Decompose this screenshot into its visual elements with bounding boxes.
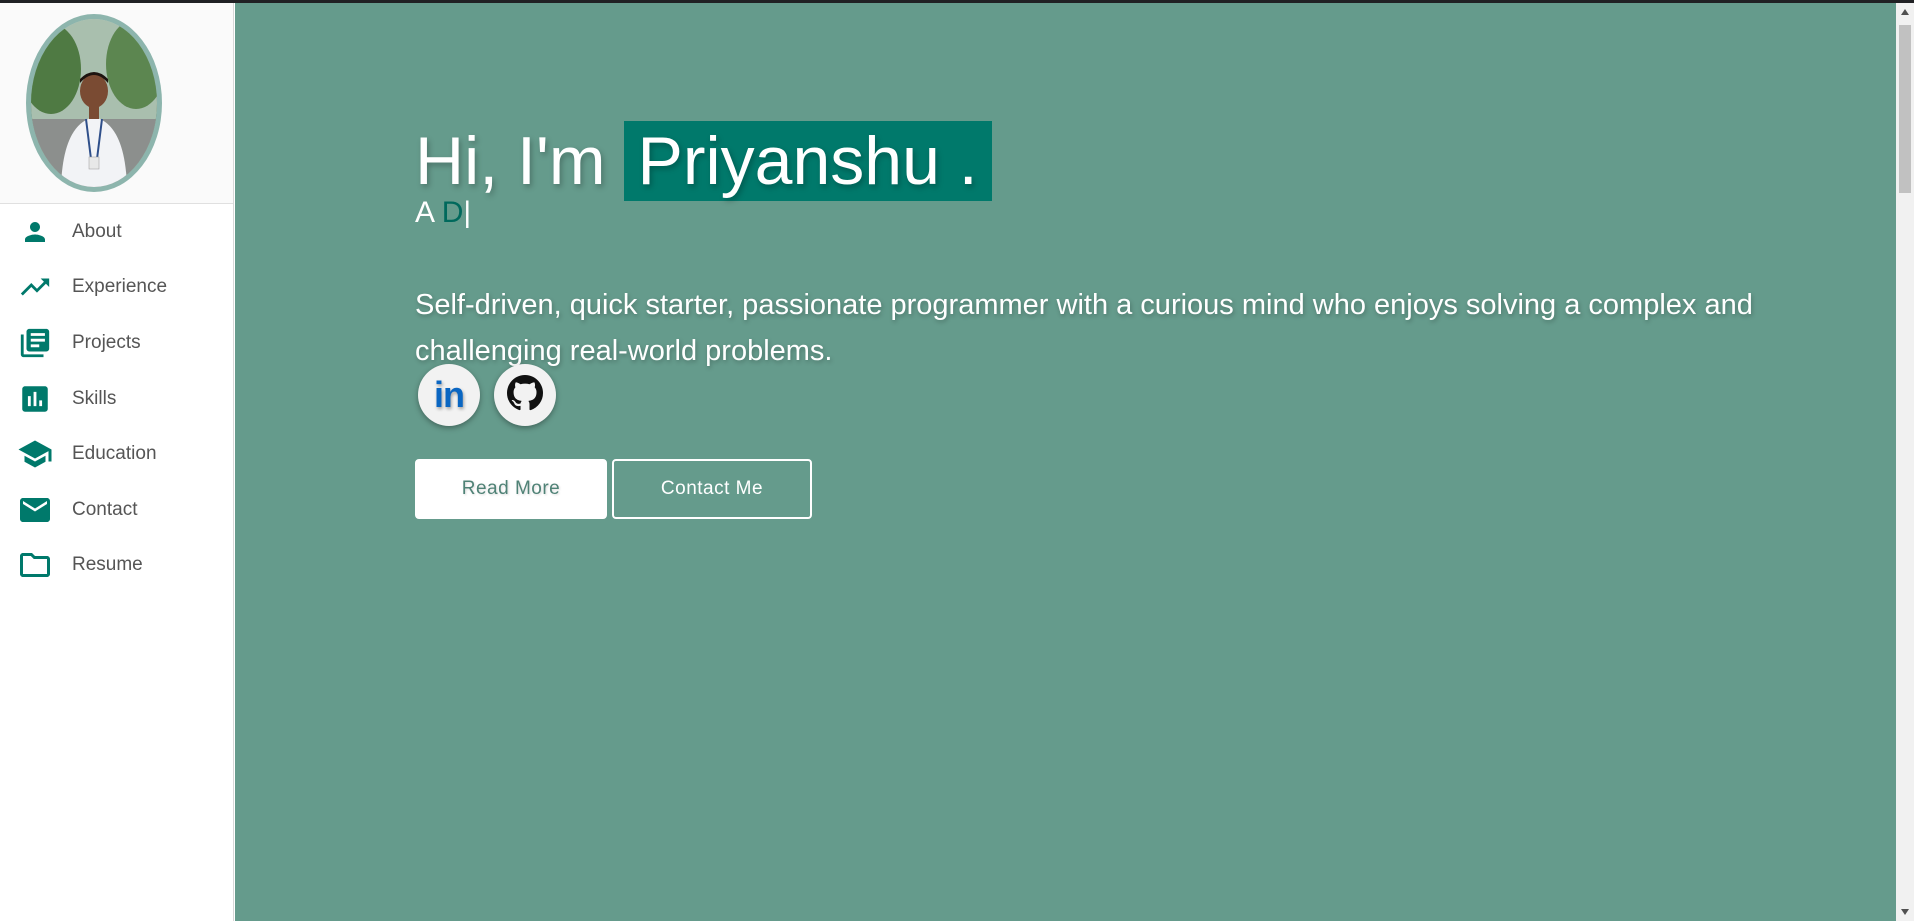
sidebar-item-label: Resume	[72, 554, 143, 576]
read-more-button[interactable]: Read More	[415, 459, 607, 519]
vertical-scrollbar[interactable]	[1896, 3, 1914, 921]
hero-section: Hi, I'm Priyanshu . A D| Self-driven, qu…	[235, 3, 1896, 921]
github-icon	[507, 374, 543, 416]
typed-text: D	[441, 196, 464, 229]
sidebar-item-about[interactable]: About	[0, 204, 233, 260]
sidebar-nav: About Experience Projects Skills Educati…	[0, 204, 233, 593]
avatar	[26, 14, 162, 192]
scroll-up-arrow[interactable]	[1896, 3, 1914, 21]
scrollbar-thumb[interactable]	[1899, 25, 1911, 193]
sidebar-item-label: Skills	[72, 387, 117, 409]
sidebar-item-skills[interactable]: Skills	[0, 371, 233, 427]
typed-cursor: |	[463, 196, 472, 229]
scroll-down-arrow[interactable]	[1896, 903, 1914, 921]
sidebar: About Experience Projects Skills Educati…	[0, 3, 234, 921]
mail-icon	[17, 492, 53, 528]
typed-role: A D|	[415, 196, 471, 230]
sidebar-item-label: About	[72, 220, 122, 242]
hero-actions: Read More Contact Me	[415, 459, 812, 519]
sidebar-item-label: Education	[72, 443, 157, 465]
sidebar-item-label: Projects	[72, 331, 141, 353]
linkedin-link[interactable]: in	[418, 364, 480, 426]
hero-greeting: Hi, I'm Priyanshu .	[415, 120, 992, 201]
linkedin-icon: in	[434, 374, 465, 415]
github-link[interactable]	[494, 364, 556, 426]
sidebar-item-projects[interactable]: Projects	[0, 315, 233, 371]
sidebar-item-label: Experience	[72, 276, 168, 298]
person-icon	[17, 214, 53, 250]
profile-header	[0, 3, 233, 204]
hero-bio: Self-driven, quick starter, passionate p…	[415, 289, 1753, 367]
contact-me-button[interactable]: Contact Me	[612, 459, 812, 519]
typed-prefix: A	[415, 196, 442, 229]
sidebar-item-experience[interactable]: Experience	[0, 260, 233, 316]
social-links: in	[418, 364, 556, 426]
sidebar-item-contact[interactable]: Contact	[0, 482, 233, 538]
library-books-icon	[17, 325, 53, 361]
bar-chart-icon	[17, 381, 53, 417]
folder-icon	[17, 547, 53, 583]
school-icon	[17, 436, 53, 472]
greeting-prefix: Hi, I'm	[415, 122, 606, 199]
sidebar-item-resume[interactable]: Resume	[0, 538, 233, 594]
trending-up-icon	[17, 269, 53, 305]
sidebar-item-label: Contact	[72, 498, 138, 520]
hero-name: Priyanshu .	[623, 120, 992, 201]
sidebar-item-education[interactable]: Education	[0, 426, 233, 482]
